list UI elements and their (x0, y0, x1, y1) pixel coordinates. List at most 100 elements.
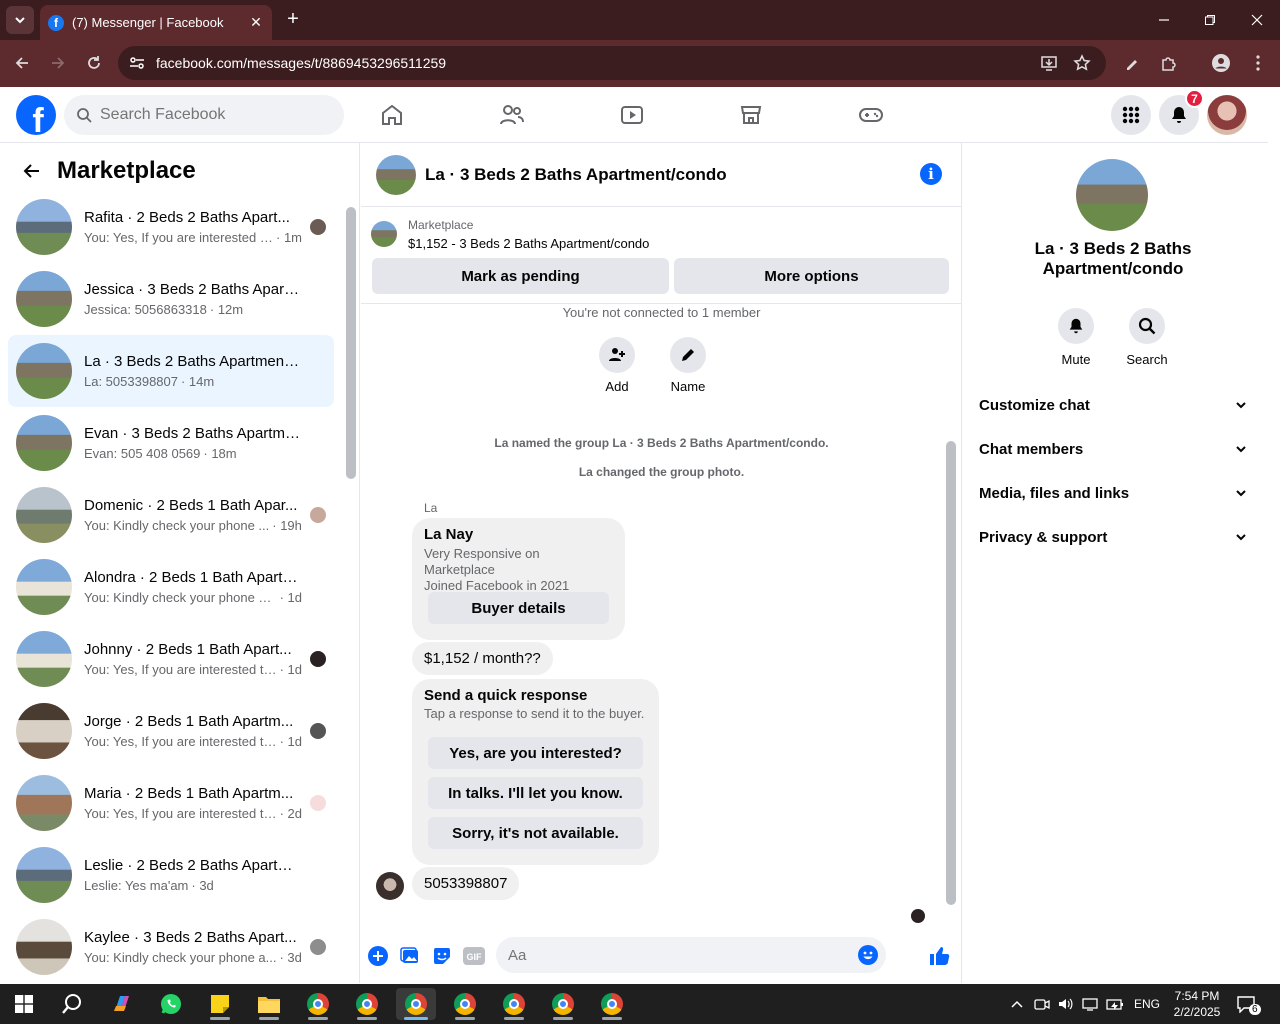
nav-marketplace[interactable] (731, 95, 771, 135)
more-options-button[interactable]: More options (674, 258, 949, 294)
quick-response-not-available[interactable]: Sorry, it's not available. (428, 817, 643, 849)
taskbar-app-chrome-active[interactable] (396, 988, 436, 1020)
taskbar-search-button[interactable] (52, 988, 92, 1020)
chat-scrollbar[interactable] (944, 305, 958, 925)
pen-extension-button[interactable] (1121, 52, 1143, 74)
restore-button[interactable] (1187, 0, 1233, 40)
facebook-logo-icon[interactable]: f (16, 95, 56, 135)
language-indicator[interactable]: ENG (1134, 997, 1160, 1011)
svg-text:GIF: GIF (467, 952, 483, 962)
clock[interactable]: 7:54 PM 2/2/2025 (1170, 984, 1224, 1024)
taskbar-app-whatsapp[interactable] (151, 988, 191, 1020)
chat-title[interactable]: La · 3 Beds 2 Baths Apartment/condo (425, 165, 727, 185)
forward-button[interactable] (47, 52, 69, 74)
conversation-item[interactable]: Kaylee · 3 Beds 2 Baths Apart... You: Ki… (8, 911, 334, 983)
menu-button[interactable] (1111, 95, 1151, 135)
photo-icon[interactable] (399, 945, 421, 967)
like-icon[interactable] (928, 945, 950, 967)
nav-gaming[interactable] (851, 95, 891, 135)
page-scrollbar[interactable] (1268, 87, 1280, 983)
browser-menu-button[interactable] (1247, 52, 1269, 74)
chevron-down-icon (1236, 402, 1246, 409)
tab-search-button[interactable] (6, 6, 34, 34)
taskbar-app-chrome[interactable] (543, 988, 583, 1020)
mute-button[interactable]: Mute (1046, 308, 1106, 367)
mark-as-pending-button[interactable]: Mark as pending (372, 258, 669, 294)
listing-thumbnail[interactable] (371, 221, 397, 247)
nav-watch[interactable] (612, 95, 652, 135)
conversation-item[interactable]: Johnny · 2 Beds 1 Bath Apart... You: Yes… (8, 623, 334, 695)
conversation-item[interactable]: Maria · 2 Beds 1 Bath Apartm... You: Yes… (8, 767, 334, 839)
taskbar-app-chrome[interactable] (494, 988, 534, 1020)
plus-circle-icon[interactable] (367, 945, 389, 967)
extensions-button[interactable] (1158, 52, 1180, 74)
search-input[interactable] (100, 106, 320, 124)
chat-members-section[interactable]: Chat members (971, 427, 1255, 471)
info-icon[interactable]: i (920, 163, 942, 185)
facebook-search[interactable] (64, 95, 344, 135)
quick-response-in-talks[interactable]: In talks. I'll let you know. (428, 777, 643, 809)
reload-button[interactable] (83, 52, 105, 74)
group-avatar[interactable] (1076, 159, 1148, 231)
taskbar-app-chrome[interactable] (347, 988, 387, 1020)
media-files-links-section[interactable]: Media, files and links (971, 471, 1255, 515)
privacy-support-section[interactable]: Privacy & support (971, 515, 1255, 559)
conversation-item[interactable]: Jorge · 2 Beds 1 Bath Apartm... You: Yes… (8, 695, 334, 767)
close-window-button[interactable] (1234, 0, 1280, 40)
new-tab-button[interactable]: + (282, 8, 304, 30)
buyer-details-button[interactable]: Buyer details (428, 592, 609, 624)
notification-center-button[interactable]: 6 (1236, 984, 1261, 1024)
quick-response-yes[interactable]: Yes, are you interested? (428, 737, 643, 769)
back-button[interactable] (11, 52, 33, 74)
chevron-down-icon (15, 17, 25, 24)
search-in-chat-button[interactable]: Search (1117, 308, 1177, 367)
scrollbar-thumb[interactable] (346, 207, 356, 479)
taskbar-app-chrome[interactable] (445, 988, 485, 1020)
taskbar-app-chrome[interactable] (298, 988, 338, 1020)
message-input-box[interactable] (496, 937, 886, 973)
back-button[interactable] (16, 155, 48, 187)
minimize-button[interactable] (1141, 0, 1187, 40)
network-icon[interactable] (1082, 997, 1098, 1011)
start-button[interactable] (4, 988, 44, 1020)
scrollbar-thumb[interactable] (946, 441, 956, 905)
listing-price[interactable]: $1,152 - 3 Beds 2 Baths Apartment/condo (408, 236, 649, 251)
site-info-icon[interactable] (128, 54, 146, 72)
message-input[interactable] (508, 946, 848, 964)
chevron-up-icon[interactable] (1010, 997, 1024, 1011)
taskbar-app-chrome[interactable] (592, 988, 632, 1020)
conversation-item[interactable]: Jessica · 3 Beds 2 Baths Apartm... Jessi… (8, 263, 334, 335)
install-app-button[interactable] (1038, 52, 1060, 74)
conversation-item[interactable]: Rafita · 2 Beds 2 Baths Apart... You: Ye… (8, 191, 334, 263)
taskbar-app-sticky-notes[interactable] (200, 988, 240, 1020)
whatsapp-icon (161, 994, 181, 1014)
customize-chat-section[interactable]: Customize chat (971, 383, 1255, 427)
bookmark-button[interactable] (1071, 52, 1093, 74)
browser-tab[interactable]: f (7) Messenger | Facebook ✕ (40, 5, 272, 40)
chat-avatar[interactable] (376, 154, 416, 195)
conversation-item[interactable]: Leslie · 2 Beds 2 Baths Apartme... Lesli… (8, 839, 334, 911)
list-scrollbar[interactable] (344, 193, 358, 983)
nav-friends[interactable] (492, 95, 532, 135)
volume-icon[interactable] (1058, 997, 1074, 1011)
profile-button[interactable] (1210, 52, 1232, 74)
gif-icon[interactable]: GIF (463, 945, 485, 967)
conversation-item-selected[interactable]: La · 3 Beds 2 Baths Apartment/c... La: 5… (8, 335, 334, 407)
conversation-item[interactable]: Evan · 3 Beds 2 Baths Apartmen... Evan: … (8, 407, 334, 479)
taskbar-app-file-explorer[interactable] (249, 988, 289, 1020)
search-label: Search (1126, 352, 1168, 367)
conversation-item[interactable]: Domenic · 2 Beds 1 Bath Apar... You: Kin… (8, 479, 334, 551)
nav-home[interactable] (372, 95, 412, 135)
account-avatar[interactable] (1207, 95, 1247, 135)
conversation-item[interactable]: Alondra · 2 Beds 1 Bath Apartm... You: K… (8, 551, 334, 623)
sticker-icon[interactable] (431, 945, 453, 967)
running-indicator (504, 1017, 524, 1020)
meet-now-icon[interactable] (1034, 997, 1050, 1011)
add-member-button[interactable]: Add (587, 337, 647, 394)
name-group-button[interactable]: Name (658, 337, 718, 394)
emoji-icon[interactable] (858, 945, 878, 965)
tab-close-icon[interactable]: ✕ (248, 14, 264, 31)
battery-icon[interactable] (1106, 997, 1124, 1011)
address-bar[interactable]: facebook.com/messages/t/8869453296511259 (118, 46, 1106, 80)
taskbar-app-copilot[interactable] (102, 988, 142, 1020)
